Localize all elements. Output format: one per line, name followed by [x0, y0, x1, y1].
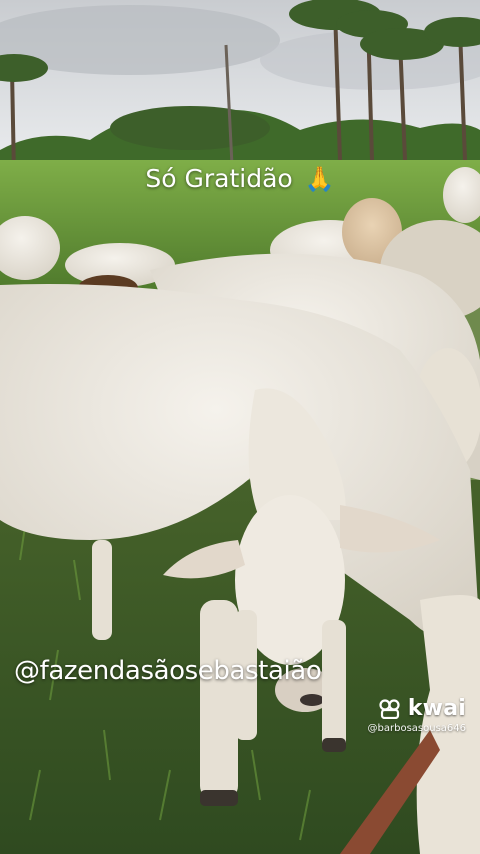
caption-overlay: Só Gratidão 🙏	[0, 164, 480, 193]
brand-name: kwai	[407, 696, 466, 721]
caption-text: Só Gratidão	[145, 164, 293, 193]
kwai-watermark: kwai @barbosasousa646	[368, 696, 466, 734]
video-frame: Só Gratidão 🙏 @fazendasãosebastaião kwai…	[0, 0, 480, 854]
praying-hands-icon: 🙏	[304, 164, 335, 193]
kwai-logo-icon	[379, 698, 400, 719]
cow-nose	[300, 694, 324, 706]
watermark-username: @barbosasousa646	[367, 723, 466, 734]
account-handle: @fazendasãosebastaião	[14, 656, 322, 686]
